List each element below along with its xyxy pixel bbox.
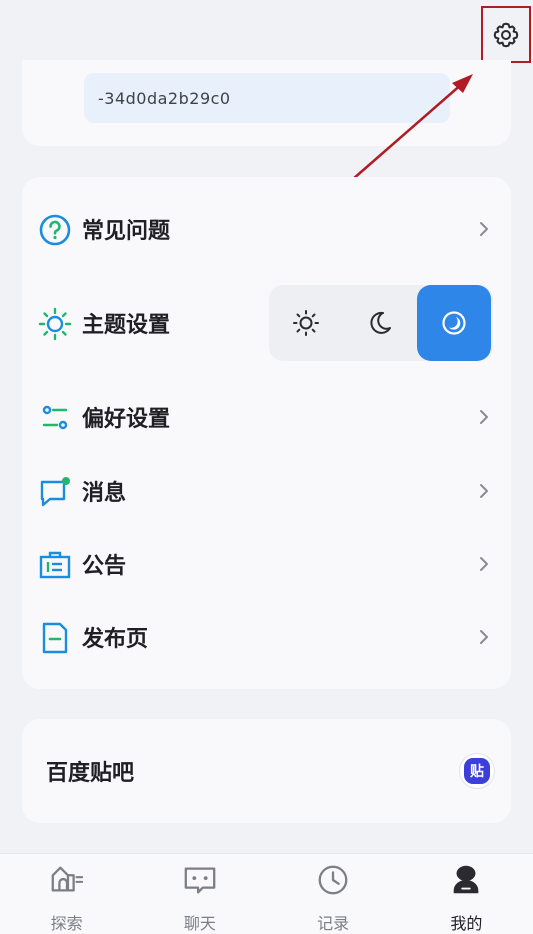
document-icon <box>38 621 72 655</box>
chevron-right-icon <box>480 484 488 498</box>
settings-button[interactable] <box>481 6 531 63</box>
chat-icon <box>184 867 216 894</box>
tab-chat[interactable]: 聊天 <box>133 854 266 934</box>
moon-circle-icon <box>442 311 466 335</box>
tab-explore[interactable]: 探索 <box>0 854 133 934</box>
tab-label: 探索 <box>50 914 83 933</box>
menu-item-label: 消息 <box>82 481 127 506</box>
menu-item-preferences[interactable]: 偏好设置 <box>22 387 511 447</box>
sun-outline-icon <box>293 310 319 336</box>
menu-item-announcement[interactable]: 公告 <box>22 534 511 594</box>
tab-label: 我的 <box>450 914 483 933</box>
chevron-right-icon <box>480 222 488 236</box>
clock-icon <box>318 865 348 895</box>
explore-icon <box>51 866 83 892</box>
tab-mine[interactable]: 我的 <box>400 854 533 934</box>
theme-light-option[interactable] <box>269 285 343 361</box>
menu-card: 常见问题 主题设置 偏好设置 消息 公告 发布页 <box>22 177 511 689</box>
bottom-tab-bar: 探索 聊天 记录 我的 <box>0 853 533 934</box>
sun-icon <box>38 307 72 341</box>
message-icon <box>38 475 72 509</box>
theme-dark-option[interactable] <box>343 285 417 361</box>
baidu-tieba-card[interactable]: 百度贴吧 贴 <box>22 719 511 823</box>
announcement-icon <box>38 548 72 582</box>
tab-records[interactable]: 记录 <box>267 854 400 934</box>
menu-item-label: 主题设置 <box>82 313 171 338</box>
menu-item-label: 偏好设置 <box>82 407 171 432</box>
help-circle-icon <box>38 213 72 247</box>
user-icon <box>454 865 479 894</box>
chevron-right-icon <box>480 410 488 424</box>
menu-item-faq[interactable]: 常见问题 <box>22 199 511 259</box>
chevron-right-icon <box>480 557 488 571</box>
baidu-tieba-label: 百度贴吧 <box>46 761 135 786</box>
menu-item-publish[interactable]: 发布页 <box>22 607 511 667</box>
menu-item-label: 常见问题 <box>82 219 171 244</box>
tab-label: 记录 <box>317 914 350 933</box>
gear-icon <box>493 22 519 47</box>
theme-auto-option[interactable] <box>417 285 491 361</box>
tab-label: 聊天 <box>183 914 216 933</box>
sliders-icon <box>38 401 72 435</box>
account-card: -34d0da2b29c0 <box>22 60 511 146</box>
chevron-right-icon <box>480 630 488 644</box>
tieba-logo-icon: 贴 <box>459 753 495 789</box>
moon-icon <box>370 311 391 334</box>
menu-item-label: 发布页 <box>82 627 149 652</box>
menu-item-label: 公告 <box>82 554 127 579</box>
account-id[interactable]: -34d0da2b29c0 <box>84 73 450 123</box>
theme-switcher <box>269 285 493 361</box>
menu-item-messages[interactable]: 消息 <box>22 461 511 521</box>
